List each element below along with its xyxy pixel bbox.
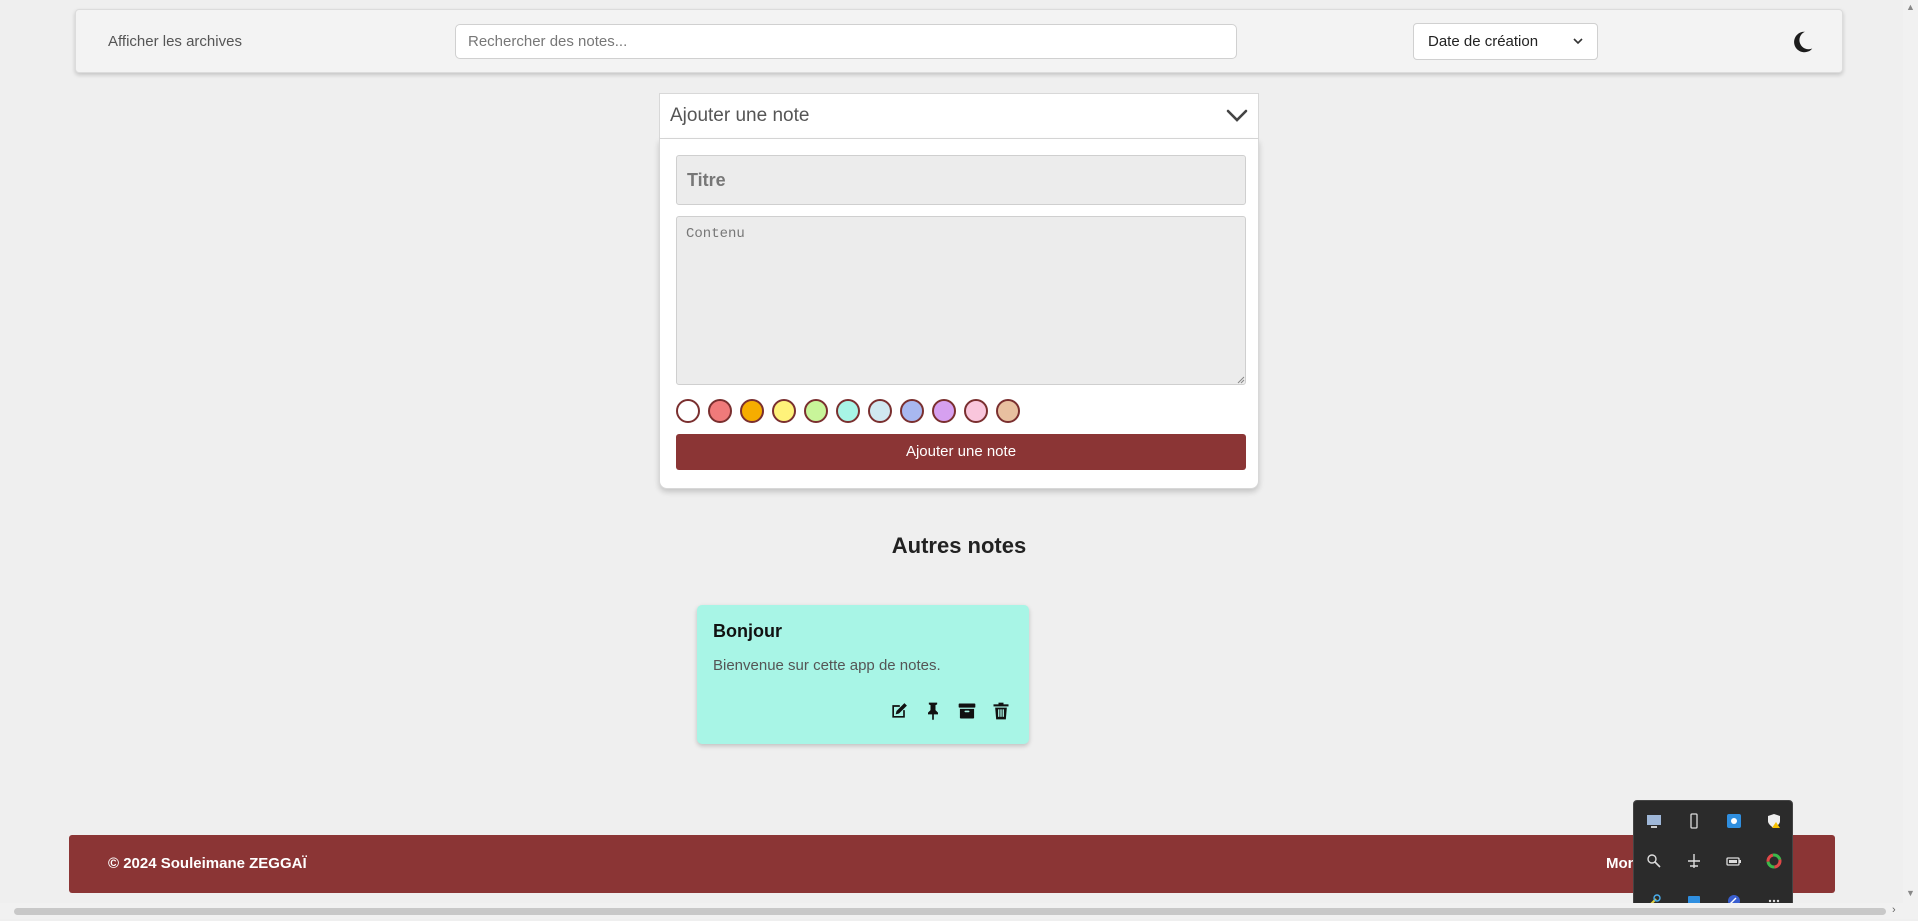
- color-swatch[interactable]: [740, 399, 764, 423]
- chevron-down-icon: [1573, 38, 1583, 45]
- usb-drive-icon[interactable]: [1674, 801, 1714, 841]
- add-note-toggle[interactable]: Ajouter une note: [659, 93, 1259, 139]
- scrollbar-thumb[interactable]: [14, 908, 1886, 915]
- scroll-right-arrow-icon[interactable]: ›: [1892, 904, 1896, 916]
- color-swatch[interactable]: [804, 399, 828, 423]
- note-content-textarea[interactable]: [676, 216, 1246, 385]
- note-title-input[interactable]: [676, 155, 1246, 205]
- search-input[interactable]: [455, 24, 1237, 59]
- color-swatch[interactable]: [836, 399, 860, 423]
- color-wheel-icon[interactable]: [1754, 841, 1794, 881]
- network-app-icon[interactable]: [1714, 801, 1754, 841]
- color-swatch[interactable]: [996, 399, 1020, 423]
- sort-select[interactable]: Date de création: [1413, 23, 1598, 60]
- edit-icon[interactable]: [889, 701, 909, 721]
- note-card[interactable]: Bonjour Bienvenue sur cette app de notes…: [697, 605, 1029, 744]
- color-swatch[interactable]: [900, 399, 924, 423]
- trash-icon[interactable]: [991, 701, 1011, 721]
- section-title-other-notes: Autres notes: [891, 533, 1027, 558]
- color-swatch[interactable]: [964, 399, 988, 423]
- note-body: Bienvenue sur cette app de notes.: [713, 657, 941, 674]
- color-swatch[interactable]: [772, 399, 796, 423]
- security-warning-icon[interactable]: [1754, 801, 1794, 841]
- top-navbar: Afficher les archives Date de création: [75, 9, 1843, 73]
- search-person-icon[interactable]: [1634, 841, 1674, 881]
- scroll-down-arrow-icon[interactable]: ▼: [1906, 888, 1915, 898]
- color-swatch[interactable]: [868, 399, 892, 423]
- color-swatch[interactable]: [676, 399, 700, 423]
- color-swatch[interactable]: [932, 399, 956, 423]
- add-note-button[interactable]: Ajouter une note: [676, 434, 1246, 470]
- battery-icon[interactable]: [1714, 841, 1754, 881]
- color-picker: [676, 399, 1028, 425]
- add-note-form: Ajouter une note: [659, 139, 1259, 489]
- monitor-icon[interactable]: [1634, 801, 1674, 841]
- moon-icon[interactable]: [1788, 28, 1816, 56]
- add-note-header-label: Ajouter une note: [670, 105, 810, 126]
- system-tray-flyout: [1633, 800, 1793, 919]
- note-actions: [889, 701, 1011, 721]
- sort-select-value: Date de création: [1428, 33, 1539, 50]
- scroll-up-arrow-icon[interactable]: ▲: [1906, 2, 1915, 12]
- footer-copyright: © 2024 Souleimane ZEGGAÏ: [108, 855, 307, 872]
- footer: © 2024 Souleimane ZEGGAÏ Mon: [69, 835, 1835, 893]
- pin-icon[interactable]: [923, 701, 943, 721]
- airplane-icon[interactable]: [1674, 841, 1714, 881]
- show-archives-link[interactable]: Afficher les archives: [108, 10, 242, 74]
- resize-handle-icon[interactable]: [1235, 374, 1245, 384]
- chevron-down-icon: [1226, 109, 1248, 122]
- horizontal-scrollbar[interactable]: ›: [0, 903, 1918, 919]
- vertical-scrollbar[interactable]: ▲ ▼: [1903, 0, 1918, 903]
- archive-icon[interactable]: [957, 701, 977, 721]
- note-title: Bonjour: [713, 621, 782, 641]
- color-swatch[interactable]: [708, 399, 732, 423]
- add-note-panel: Ajouter une note Ajouter une note: [659, 93, 1259, 489]
